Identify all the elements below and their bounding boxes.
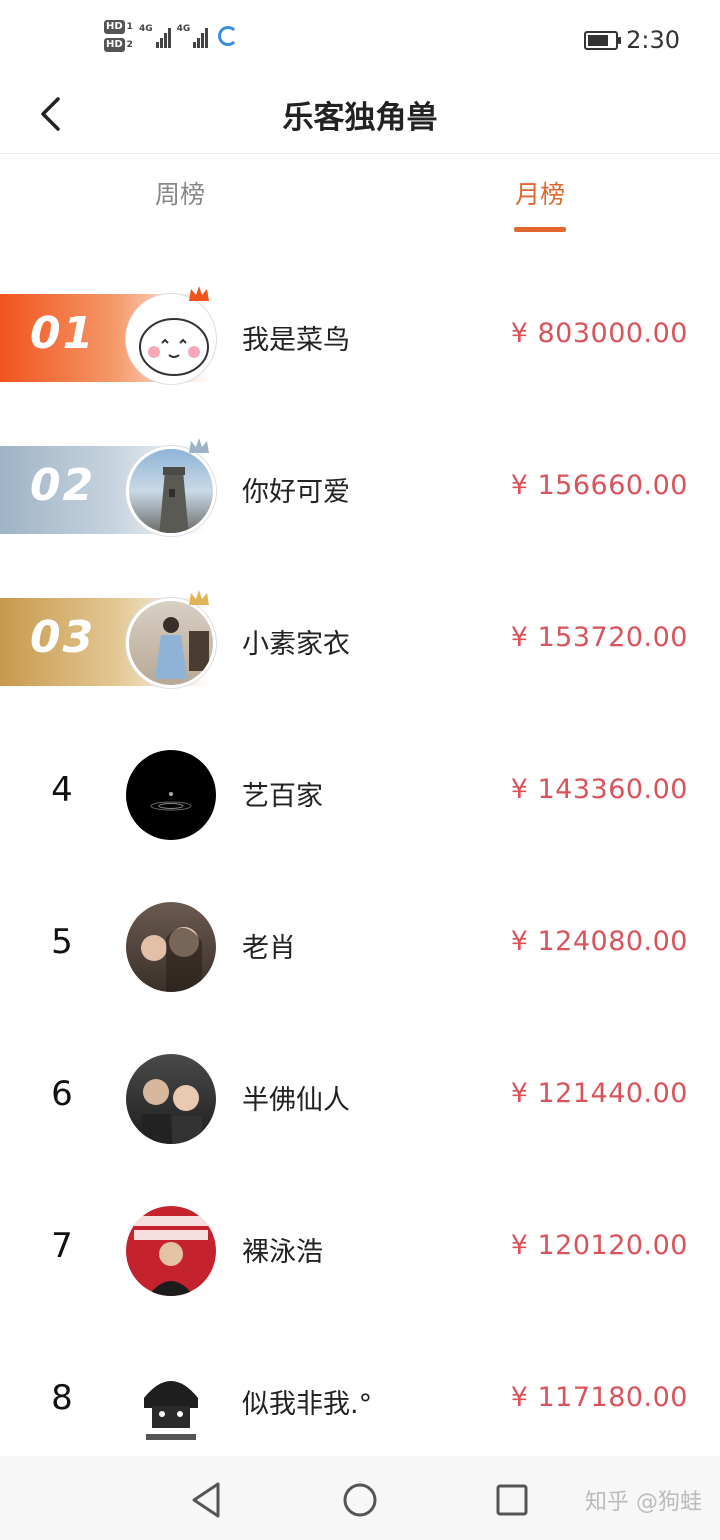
ranking-row[interactable]: 01 我是菜鸟 ¥ 803000.00	[0, 262, 720, 414]
nav-recents-button[interactable]	[492, 1480, 532, 1520]
amount: ¥ 156660.00	[510, 470, 688, 501]
title-bar: 乐客独角兽	[0, 82, 720, 154]
sim-index-1: 1	[126, 22, 133, 32]
user-name: 小素家衣	[242, 629, 350, 660]
tab-weekly[interactable]: 周榜	[100, 175, 260, 211]
tab-monthly[interactable]: 月榜	[460, 175, 620, 211]
watermark: 知乎 @狗蛙	[585, 1490, 702, 1515]
nav-home-button[interactable]	[340, 1480, 380, 1520]
nav-back-button[interactable]	[186, 1480, 226, 1520]
hd-badge-1: HD	[104, 20, 125, 34]
amount: ¥ 124080.00	[510, 926, 688, 957]
cartoon-character-avatar-icon	[144, 1381, 198, 1440]
avatar[interactable]	[126, 598, 216, 688]
network-type-1: 4G	[138, 24, 153, 34]
user-name: 似我非我.°	[242, 1389, 373, 1420]
couple-photo-avatar-icon	[142, 1079, 202, 1144]
user-name: 半佛仙人	[242, 1085, 350, 1116]
rank-number: 03	[30, 612, 96, 663]
amount: ¥ 121440.00	[510, 1078, 688, 1109]
ranking-row[interactable]: 5 老肖 ¥ 124080.00	[0, 870, 720, 1022]
user-name: 裸泳浩	[242, 1237, 323, 1268]
square-recents-icon	[496, 1484, 528, 1516]
amount: ¥ 143360.00	[510, 774, 688, 805]
active-tab-indicator	[514, 227, 566, 232]
user-name: 艺百家	[242, 781, 323, 812]
rank-number: 02	[30, 460, 96, 511]
two-women-photo-avatar-icon	[141, 927, 202, 992]
system-nav-bar: 知乎 @狗蛙	[0, 1456, 720, 1540]
man-poster-avatar-icon	[134, 1216, 208, 1296]
user-name: 我是菜鸟	[242, 325, 350, 356]
battery-icon	[584, 30, 622, 50]
signal-icon-2: 4G	[177, 24, 209, 48]
battery-level	[588, 34, 608, 46]
amount: ¥ 117180.00	[510, 1382, 688, 1413]
rank-number: 7	[51, 1226, 73, 1266]
avatar[interactable]	[126, 1358, 216, 1448]
amount: ¥ 803000.00	[510, 318, 688, 349]
ranking-row[interactable]: 4 艺百家 ¥ 143360.00	[0, 718, 720, 870]
ranking-row[interactable]: 7 裸泳浩 ¥ 120120.00	[0, 1174, 720, 1326]
page-title: 乐客独角兽	[282, 100, 438, 136]
sim-index-2: 2	[126, 40, 133, 50]
sim-indicators: HD 1 HD 2	[104, 20, 133, 52]
triangle-back-icon	[192, 1482, 220, 1518]
user-name: 老肖	[242, 933, 296, 964]
circle-home-icon	[343, 1483, 377, 1517]
rank-number: 6	[51, 1074, 73, 1114]
avatar[interactable]	[126, 446, 216, 536]
crown-icon	[189, 438, 209, 453]
amount: ¥ 120120.00	[510, 1230, 688, 1261]
rank-number: 4	[51, 770, 73, 810]
ranking-row[interactable]: 03 小素家衣 ¥ 153720.00	[0, 566, 720, 718]
avatar[interactable]	[126, 902, 216, 992]
avatar[interactable]	[126, 1206, 216, 1296]
user-name: 你好可爱	[242, 477, 350, 508]
rank-number: 5	[51, 922, 73, 962]
avatar[interactable]	[126, 750, 216, 840]
water-drop-avatar-icon	[150, 792, 192, 811]
avatar[interactable]	[126, 294, 216, 384]
tab-bar: 周榜 月榜	[0, 155, 720, 245]
status-icons-right: 2:30	[584, 26, 680, 54]
network-type-2: 4G	[176, 24, 191, 34]
ranking-row[interactable]: 6 半佛仙人 ¥ 121440.00	[0, 1022, 720, 1174]
signal-icon-1: 4G	[139, 24, 171, 48]
crown-icon	[189, 590, 209, 605]
clock: 2:30	[626, 26, 680, 54]
sync-icon	[218, 26, 239, 46]
hd-badge-2: HD	[104, 38, 125, 52]
avatar[interactable]	[126, 1054, 216, 1144]
status-icons-left: HD 1 HD 2 4G 4G	[104, 20, 239, 52]
crown-icon	[189, 286, 209, 301]
ranking-row[interactable]: 02 你好可爱 ¥ 156660.00	[0, 414, 720, 566]
status-bar: HD 1 HD 2 4G 4G 2:30	[0, 0, 720, 82]
rank-number: 8	[51, 1378, 73, 1418]
amount: ¥ 153720.00	[510, 622, 688, 653]
rank-number: 01	[30, 308, 96, 359]
